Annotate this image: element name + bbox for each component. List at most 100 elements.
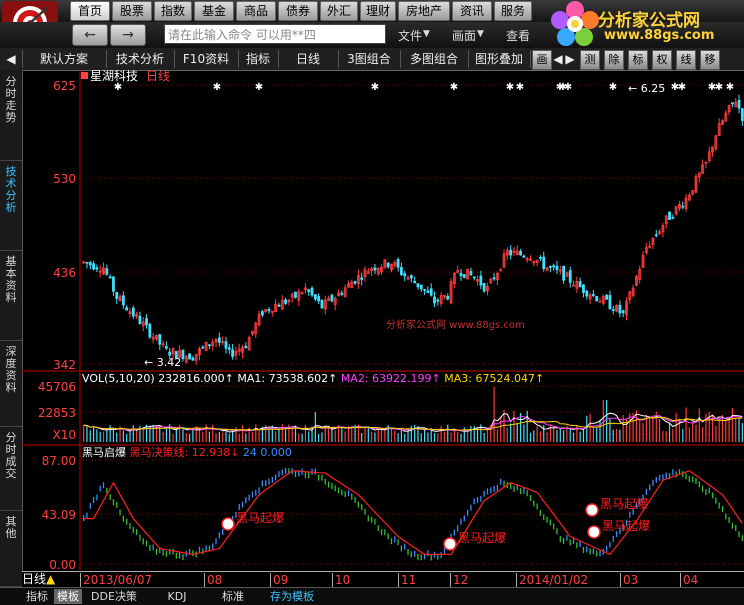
toolbar-tech-analysis[interactable]: 技术分析 — [106, 50, 175, 68]
left-tab-0[interactable]: 分时走势 — [0, 76, 22, 161]
candle-body — [360, 277, 364, 280]
signal-label: 黑马起爆 — [602, 519, 650, 533]
toolbar-3-combo[interactable]: 3图组合 — [338, 50, 401, 68]
toolbar-move[interactable]: 移 — [700, 50, 720, 70]
left-tab-3[interactable]: 深度资料 — [0, 346, 22, 427]
caret-left-icon[interactable]: ◀ — [552, 50, 564, 68]
candle-body — [284, 299, 287, 304]
toolbar-daily[interactable]: 日线 — [278, 50, 339, 68]
candle-body — [231, 349, 235, 357]
candle-body — [429, 288, 433, 296]
forward-arrow-icon[interactable]: → — [110, 24, 146, 46]
candle-body — [668, 211, 671, 221]
candle-body — [595, 296, 599, 302]
bottom-tab-4[interactable]: 标准 — [210, 589, 256, 604]
candle-body — [433, 296, 436, 304]
candle-body — [654, 234, 658, 237]
watermark-text: 分析家公式网 www.88gs.com — [386, 318, 525, 331]
bottom-tab-5[interactable]: 存为模板 — [264, 589, 320, 604]
toolbar-default-scheme[interactable]: 默认方案 — [22, 50, 107, 68]
left-tab-5[interactable]: 其他 — [0, 516, 22, 587]
toolbar-f10[interactable]: F10资料 — [174, 50, 239, 68]
event-marker: ✱ — [715, 82, 723, 93]
event-marker: ✱ — [564, 82, 572, 93]
toolbar-indicator[interactable]: 指标 — [238, 50, 279, 68]
bottom-tab-2[interactable]: DDE决策 — [84, 589, 144, 604]
toolbar-mark[interactable]: 标 — [628, 50, 648, 70]
nav-button-0[interactable]: 首页 — [70, 1, 110, 21]
candle-body — [578, 281, 582, 288]
candle-body — [88, 262, 92, 266]
candle-body — [737, 99, 741, 109]
candle-body — [552, 265, 556, 268]
candle-body — [413, 280, 417, 284]
candle-body — [181, 350, 185, 360]
toolbar-draw[interactable]: 画 — [532, 50, 552, 70]
nav-button-1[interactable]: 股票 — [112, 1, 152, 21]
event-marker: ✱ — [450, 82, 458, 93]
toolbar-exclude[interactable]: 除 — [604, 50, 624, 70]
event-marker: ✱ — [371, 82, 379, 93]
bottom-tab-0[interactable]: 指标 — [22, 589, 52, 604]
nav-button-10[interactable]: 服务 — [494, 1, 532, 21]
vol-header-part: MA2: — [341, 372, 372, 385]
toolbar-line[interactable]: 线 — [676, 50, 696, 70]
nav-button-6[interactable]: 外汇 — [320, 1, 358, 21]
menu-view[interactable]: 查看 — [506, 27, 530, 44]
stock-chart[interactable]: 625530436342星湖科技 日线✱ ✱ ✱ ✱ ✱ ✱ ✱ ✱✱✱ ✱ ✱✱ ✱✱ ✱← 6.25… — [22, 70, 744, 570]
candle-body — [188, 353, 191, 360]
caret-left-icon[interactable]: ◀ — [0, 50, 23, 68]
nav-button-4[interactable]: 商品 — [236, 1, 276, 21]
candle-body — [386, 262, 390, 268]
indicator-header-part: 0.000 — [260, 446, 292, 459]
toolbar-multi-combo[interactable]: 多图组合 — [400, 50, 469, 68]
toolbar-overlay[interactable]: 图形叠加 — [468, 50, 531, 68]
date-tick-0: 2013/06/07 — [80, 573, 152, 587]
indicator-line — [83, 470, 743, 556]
candle-body — [459, 272, 463, 277]
vol-header-part: 63922.199↑ — [372, 372, 444, 385]
left-tab-2[interactable]: 基本资料 — [0, 256, 22, 341]
event-marker: ✱ — [506, 82, 514, 93]
vol-tick-label: 45706 — [38, 380, 76, 394]
candle-body — [307, 289, 311, 293]
price-tick-label: 436 — [53, 266, 76, 280]
indicator-tick-label: 87.00 — [42, 454, 76, 468]
vol-header: VOL(5,10,20) 232816.000↑ MA1: 73538.602↑… — [82, 372, 544, 385]
candle-body — [423, 288, 426, 291]
indicator-header: 黑马启爆 黑马决策线: 12.938↓ 24 0.000 — [82, 445, 292, 459]
event-marker: ✱ — [609, 82, 617, 93]
event-marker: ✱ — [213, 82, 221, 93]
smiley-icon — [443, 537, 457, 551]
nav-button-7[interactable]: 理财 — [360, 1, 396, 21]
caret-right-icon[interactable]: ▶ — [564, 50, 576, 68]
back-arrow-icon[interactable]: ← — [72, 24, 108, 46]
bottom-tab-1[interactable]: 模板 — [54, 589, 82, 604]
date-tick-3: 10 — [332, 573, 350, 587]
signal-label: 黑马起爆 — [236, 511, 284, 525]
toolbar-measure[interactable]: 测 — [580, 50, 600, 70]
bottom-tab-3[interactable]: KDJ — [148, 589, 206, 604]
left-tab-1[interactable]: 技术分析 — [0, 166, 22, 251]
candle-body — [611, 309, 615, 312]
left-tab-4[interactable]: 分时成交 — [0, 432, 22, 511]
candle-body — [121, 295, 125, 306]
nav-button-8[interactable]: 房地产 — [398, 1, 450, 21]
nav-button-9[interactable]: 资讯 — [452, 1, 492, 21]
candle-body — [373, 267, 377, 271]
menu-screen[interactable]: 画面 — [452, 27, 476, 44]
candle-body — [217, 337, 221, 343]
command-input[interactable]: 请在此输入命令 可以用**四 — [164, 24, 386, 44]
date-tick-6: 2014/01/02 — [516, 573, 588, 587]
toolbar-rights[interactable]: 权 — [652, 50, 672, 70]
candle-body — [539, 257, 542, 259]
period-label[interactable]: 日线▲ — [22, 571, 55, 587]
menu-file[interactable]: 文件 — [398, 27, 422, 44]
candle-body — [492, 277, 496, 280]
candle-body — [591, 294, 595, 296]
nav-button-3[interactable]: 基金 — [194, 1, 234, 21]
smiley-icon — [221, 517, 235, 531]
nav-button-2[interactable]: 指数 — [154, 1, 192, 21]
nav-button-5[interactable]: 债券 — [278, 1, 318, 21]
candle-body — [105, 268, 109, 275]
